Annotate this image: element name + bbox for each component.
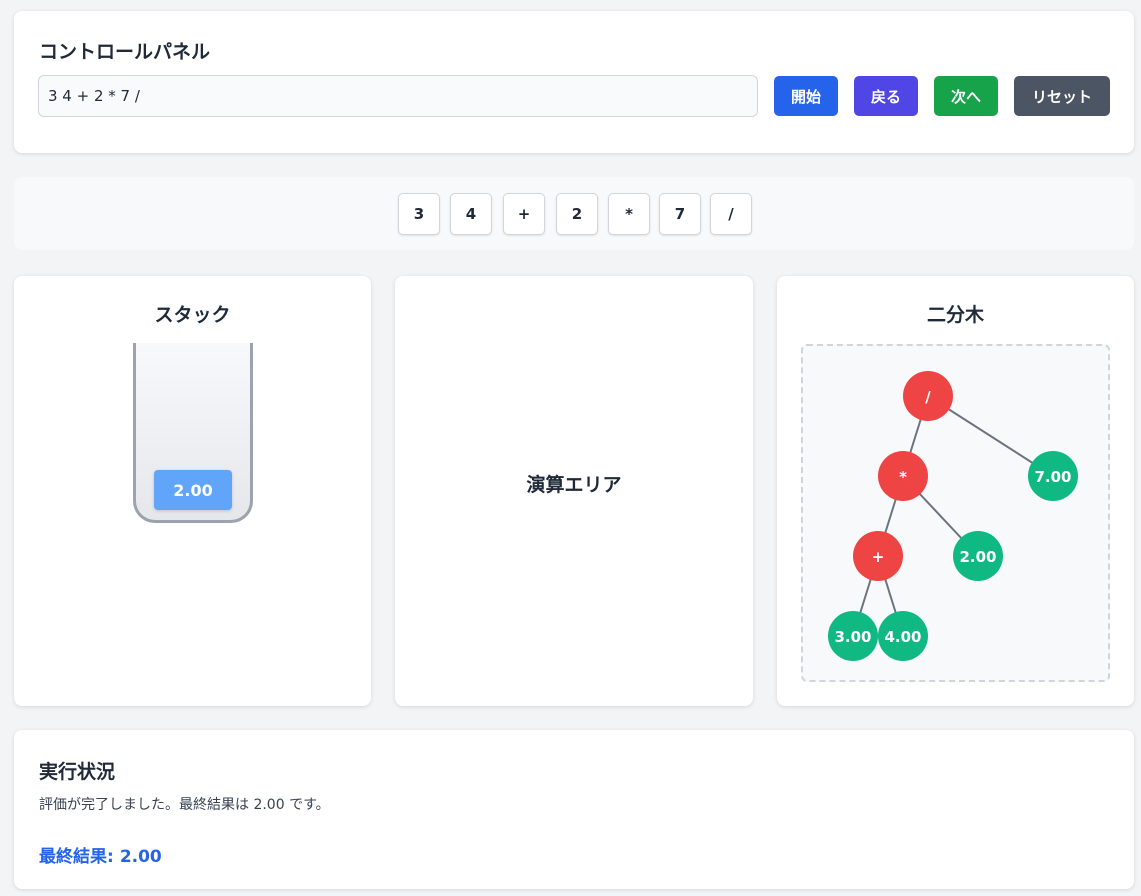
calc-area-panel: 演算エリア bbox=[395, 276, 753, 706]
token: 7 bbox=[659, 193, 701, 235]
tree-node-label: 3.00 bbox=[834, 628, 871, 646]
tree-node-add: + bbox=[853, 531, 903, 581]
tree-node-mul: * bbox=[878, 451, 928, 501]
final-result: 最終結果: 2.00 bbox=[39, 842, 162, 867]
tree-node-label: / bbox=[925, 388, 931, 406]
calc-area-label: 演算エリア bbox=[526, 474, 622, 496]
stack-panel: スタック 2.00 bbox=[14, 276, 371, 706]
tree-node-label: 4.00 bbox=[884, 628, 921, 646]
token: + bbox=[503, 193, 545, 235]
stack-item: 2.00 bbox=[154, 470, 232, 510]
tree-node-n2: 2.00 bbox=[953, 531, 1003, 581]
token: * bbox=[608, 193, 650, 235]
token: 3 bbox=[398, 193, 440, 235]
tree-node-n7: 7.00 bbox=[1028, 451, 1078, 501]
expression-input[interactable] bbox=[38, 75, 758, 117]
next-button[interactable]: 次へ bbox=[934, 76, 998, 116]
tree-area: / * 7.00 +2.00 3.00 4.00 bbox=[801, 344, 1110, 682]
start-button[interactable]: 開始 bbox=[774, 76, 838, 116]
control-panel: コントロールパネル 開始 戻る 次へ リセット bbox=[14, 11, 1134, 153]
tree-node-label: 7.00 bbox=[1034, 468, 1071, 486]
status-title: 実行状況 bbox=[39, 761, 116, 783]
stack-container: 2.00 bbox=[133, 343, 253, 523]
token: 4 bbox=[450, 193, 492, 235]
tree-title: 二分木 bbox=[926, 304, 984, 326]
tree-canvas: / * 7.00 + 2.00 3.00 4.00 bbox=[828, 371, 1078, 661]
token: / bbox=[710, 193, 752, 235]
tree-node-n3: 3.00 bbox=[828, 611, 878, 661]
final-result-label: 最終結果: bbox=[39, 847, 114, 867]
control-panel-title: コントロールパネル bbox=[39, 41, 211, 63]
tree-node-label: * bbox=[899, 468, 907, 486]
reset-button[interactable]: リセット bbox=[1014, 76, 1110, 116]
token-row: 3 4 + 2 * 7 / bbox=[14, 177, 1134, 250]
stack-title: スタック bbox=[154, 304, 231, 326]
status-panel: 実行状況 評価が完了しました。最終結果は 2.00 です。 最終結果: 2.00 bbox=[14, 730, 1134, 889]
final-result-value: 2.00 bbox=[119, 847, 162, 867]
tree-node-label: 2.00 bbox=[959, 548, 996, 566]
tree-node-div: / bbox=[903, 371, 953, 421]
tree-panel: 二分木 / * 7.00 +2.00 3.00 4.00 bbox=[777, 276, 1134, 706]
back-button[interactable]: 戻る bbox=[854, 76, 918, 116]
tree-node-n4: 4.00 bbox=[878, 611, 928, 661]
tree-node-label: + bbox=[872, 548, 885, 566]
status-message: 評価が完了しました。最終結果は 2.00 です。 bbox=[39, 797, 330, 813]
token: 2 bbox=[556, 193, 598, 235]
